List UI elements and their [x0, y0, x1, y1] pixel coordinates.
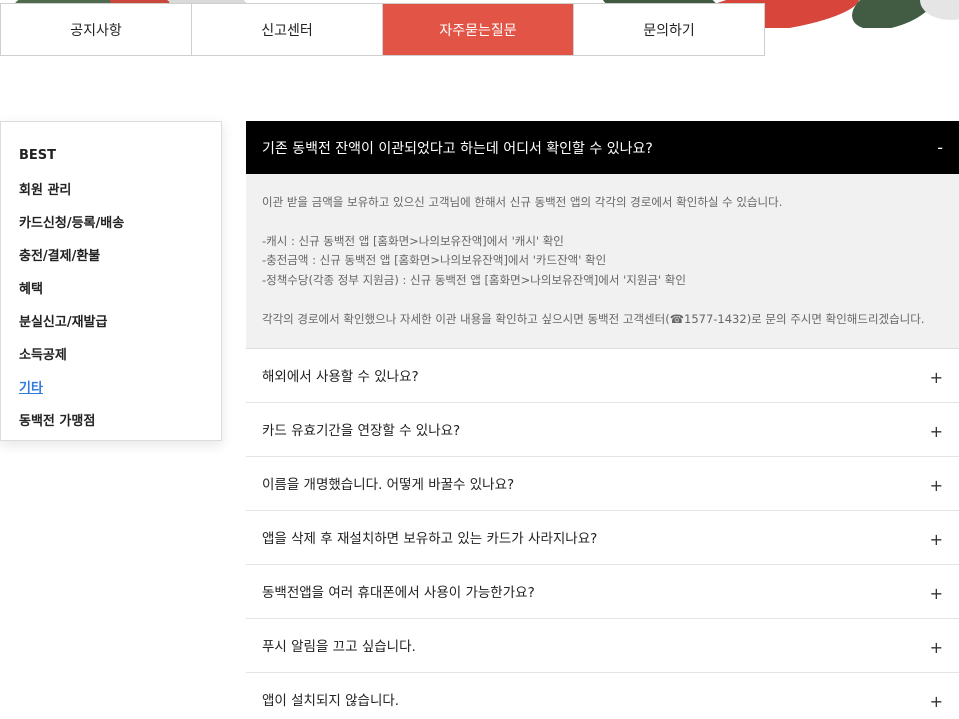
board-tabs: 공지사항 신고센터 자주묻는질문 문의하기: [0, 3, 765, 56]
answer-outro: 각각의 경로에서 확인했으나 자세한 이관 내용을 확인하고 싶으시면 동백전 …: [262, 311, 925, 326]
faq-item[interactable]: 앱이 설치되지 않습니다. +: [246, 672, 959, 719]
collapse-icon[interactable]: -: [937, 138, 943, 157]
sidebar-item-best[interactable]: BEST: [1, 139, 221, 172]
faq-question-text: 해외에서 사용할 수 있나요?: [262, 369, 419, 386]
expand-icon[interactable]: +: [930, 472, 943, 495]
faq-question-text: 앱이 설치되지 않습니다.: [262, 693, 400, 710]
answer-line: -캐시 : 신규 동백전 앱 [홈화면>나의보유잔액]에서 '캐시' 확인: [262, 233, 564, 248]
faq-list: 기존 동백전 잔액이 이관되었다고 하는데 어디서 확인할 수 있나요? - 이…: [246, 121, 959, 719]
faq-item[interactable]: 카드 유효기간을 연장할 수 있나요? +: [246, 402, 959, 457]
expand-icon[interactable]: +: [930, 364, 943, 387]
sidebar-item-etc[interactable]: 기타: [1, 370, 221, 403]
answer-line: -충전금액 : 신규 동백전 앱 [홈화면>나의보유잔액]에서 '카드잔액' 확…: [262, 253, 607, 268]
expand-icon[interactable]: +: [930, 418, 943, 441]
answer-line: -정책수당(각종 정부 지원금) : 신규 동백전 앱 [홈화면>나의보유잔액]…: [262, 273, 686, 288]
sidebar-item-membership[interactable]: 회원 관리: [1, 172, 221, 205]
expand-icon[interactable]: +: [930, 634, 943, 657]
faq-answer: 이관 받을 금액을 보유하고 있으신 고객님에 한해서 신규 동백전 앱의 각각…: [246, 174, 959, 349]
expand-icon[interactable]: +: [930, 688, 943, 711]
faq-item[interactable]: 이름을 개명했습니다. 어떻게 바꿀수 있나요? +: [246, 456, 959, 511]
answer-intro: 이관 받을 금액을 보유하고 있으신 고객님에 한해서 신규 동백전 앱의 각각…: [262, 195, 783, 209]
sidebar-item-lost-card[interactable]: 분실신고/재발급: [1, 304, 221, 337]
faq-item[interactable]: 푸시 알림을 끄고 싶습니다. +: [246, 618, 959, 673]
sidebar-item-card-application[interactable]: 카드신청/등록/배송: [1, 205, 221, 238]
tab-faq[interactable]: 자주묻는질문: [383, 4, 574, 55]
sidebar-item-benefits[interactable]: 혜택: [1, 271, 221, 304]
faq-question-text: 이름을 개명했습니다. 어떻게 바꿀수 있나요?: [262, 477, 515, 494]
faq-question-text: 푸시 알림을 끄고 싶습니다.: [262, 639, 416, 656]
faq-question-text: 앱을 삭제 후 재설치하면 보유하고 있는 카드가 사라지나요?: [262, 531, 598, 548]
sidebar-item-charge-payment[interactable]: 충전/결제/환불: [1, 238, 221, 271]
faq-question-text: 기존 동백전 잔액이 이관되었다고 하는데 어디서 확인할 수 있나요?: [262, 140, 653, 157]
tab-inquiry[interactable]: 문의하기: [574, 4, 764, 55]
faq-question-text: 동백전앱을 여러 휴대폰에서 사용이 가능한가요?: [262, 585, 535, 602]
faq-item[interactable]: 해외에서 사용할 수 있나요? +: [246, 348, 959, 403]
tab-report-center[interactable]: 신고센터: [192, 4, 383, 55]
sidebar-item-tax-deduction[interactable]: 소득공제: [1, 337, 221, 370]
faq-item[interactable]: 앱을 삭제 후 재설치하면 보유하고 있는 카드가 사라지나요? +: [246, 510, 959, 565]
sidebar-item-merchants[interactable]: 동백전 가맹점: [1, 403, 221, 436]
faq-question-text: 카드 유효기간을 연장할 수 있나요?: [262, 423, 461, 440]
faq-item[interactable]: 동백전앱을 여러 휴대폰에서 사용이 가능한가요? +: [246, 564, 959, 619]
leaf-decoration: [920, 0, 959, 20]
faq-category-sidebar: BEST 회원 관리 카드신청/등록/배송 충전/결제/환불 혜택 분실신고/재…: [0, 121, 222, 441]
faq-open-question[interactable]: 기존 동백전 잔액이 이관되었다고 하는데 어디서 확인할 수 있나요? -: [246, 121, 959, 174]
tab-notice[interactable]: 공지사항: [1, 4, 192, 55]
expand-icon[interactable]: +: [930, 526, 943, 549]
expand-icon[interactable]: +: [930, 580, 943, 603]
